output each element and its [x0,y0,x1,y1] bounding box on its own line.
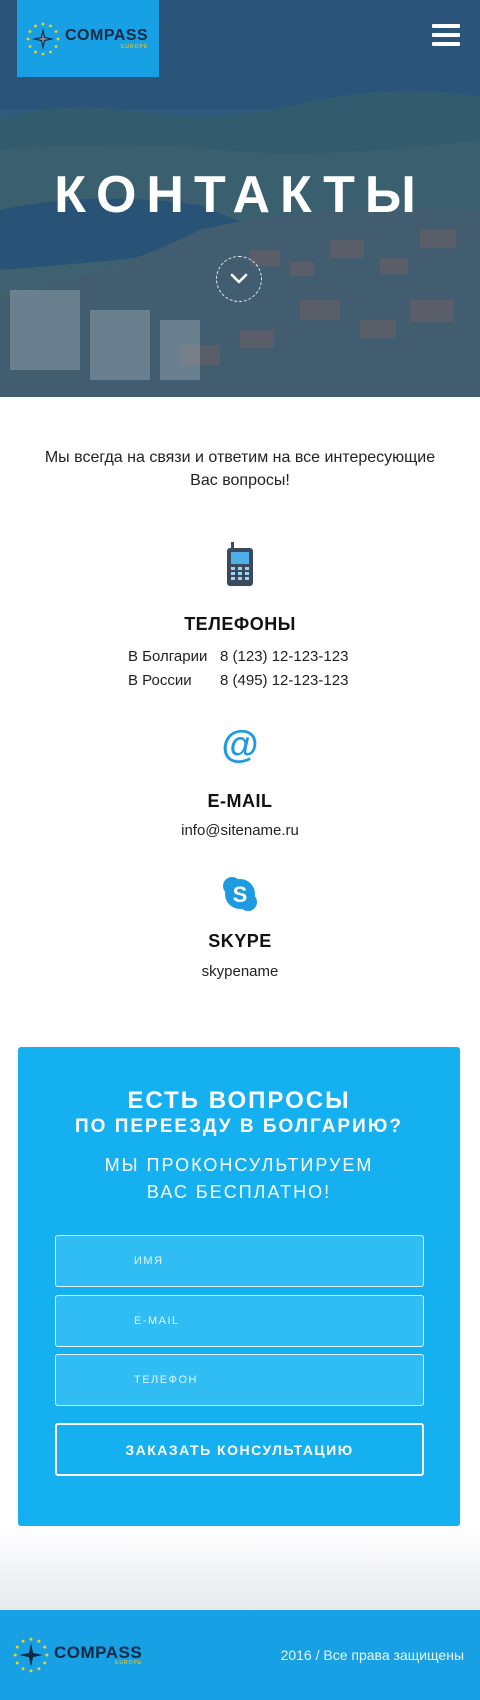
phone-number[interactable]: 8 (123) 12-123-123 [220,645,348,669]
hamburger-icon [432,24,460,28]
phone-country: В Болгарии [128,648,208,665]
phone-number[interactable]: 8 (495) 12-123-123 [220,669,348,693]
logo-name: COMPASS [65,26,149,44]
footer-spacer [0,1526,480,1610]
phone-field[interactable] [55,1354,424,1406]
skype-name[interactable]: skypename [0,960,480,984]
skype-title: SKYPE [208,931,272,951]
at-sign-icon: @ [222,726,258,764]
intro-text: Мы всегда на связи и ответим на все инте… [44,449,436,489]
footer-logo-name: COMPASS [54,1643,143,1662]
footer-logo-subtitle: EUROPE [115,1660,143,1666]
phone-row-bulgaria: В Болгарии 8 (123) 12-123-123 [128,645,348,669]
email-title: E-MAIL [207,791,273,811]
footer-logo[interactable]: COMPASS EUROPE [12,1636,142,1674]
phone-country: В России [128,672,192,689]
page-title: КОНТАКТЫ [54,166,426,224]
name-field[interactable] [55,1235,424,1287]
phones-title: ТЕЛЕФОНЫ [184,614,296,634]
form-subheading-line-1: МЫ ПРОКОНСУЛЬТИРУЕМ [104,1155,374,1175]
compass-star-icon [26,22,60,55]
phone-row-russia: В России 8 (495) 12-123-123 [128,669,348,693]
form-heading: ЕСТЬ ВОПРОСЫ [127,1087,351,1114]
svg-text:@: @ [222,726,258,764]
submit-consultation-button[interactable]: ЗАКАЗАТЬ КОНСУЛЬТАЦИЮ [55,1423,424,1476]
compass-star-icon [13,1637,49,1673]
copyright-text: 2016 / Все права защищены [280,1647,464,1663]
email-address[interactable]: info@sitename.ru [0,819,480,843]
form-heading-line-2: ПО ПЕРЕЕЗДУ В БОЛГАРИЮ? [75,1116,403,1137]
logo-subtitle: EUROPE [121,43,149,50]
skype-icon: S [223,877,257,911]
menu-button[interactable] [432,24,460,48]
hero-banner: COMPASS EUROPE КОНТАКТЫ [0,0,480,397]
scroll-down-button[interactable] [216,256,262,302]
chevron-down-icon [230,273,248,284]
header-logo[interactable]: COMPASS EUROPE [17,0,159,77]
consultation-form: ЕСТЬ ВОПРОСЫ ПО ПЕРЕЕЗДУ В БОЛГАРИЮ? МЫ … [18,1047,460,1526]
footer: COMPASS EUROPE 2016 / Все права защищены [0,1610,480,1700]
phone-list: В Болгарии 8 (123) 12-123-123 В России 8… [128,645,348,693]
mobile-phone-icon [227,542,253,586]
svg-text:S: S [233,882,248,907]
form-subheading-line-2: ВАС БЕСПЛАТНО! [146,1182,332,1202]
email-field[interactable] [55,1295,424,1347]
form-subheading: МЫ ПРОКОНСУЛЬТИРУЕМ ВАС БЕСПЛАТНО! [18,1152,460,1206]
